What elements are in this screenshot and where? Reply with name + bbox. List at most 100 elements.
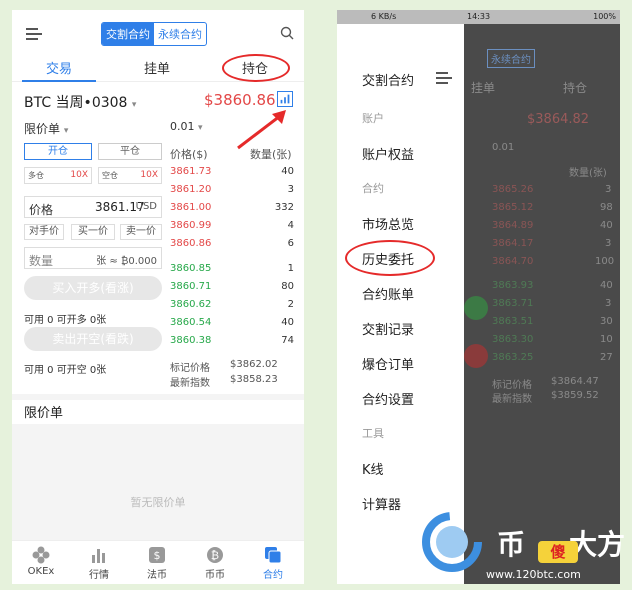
bid-row[interactable]: 3860.85 1: [170, 263, 294, 279]
long-leverage-value: 10X: [70, 170, 88, 180]
price-label: 价格: [29, 203, 54, 217]
drawer-title: 交割合约: [362, 74, 415, 89]
menu-liquidation-orders[interactable]: 爆仓订单: [362, 354, 414, 373]
orderbook-price-header: 价格($): [170, 148, 208, 161]
menu-calculator[interactable]: 计算器: [362, 494, 401, 513]
long-leverage[interactable]: 多仓 10X: [24, 167, 92, 184]
menu-contract-settings[interactable]: 合约设置: [362, 389, 414, 408]
ask-row[interactable]: 3861.20 3: [170, 184, 294, 200]
price-unit: USD: [135, 201, 157, 212]
tab-trade[interactable]: 交易: [46, 58, 72, 77]
bg-price: $3864.82: [527, 112, 590, 127]
nav-contract[interactable]: 合约: [244, 541, 302, 581]
segment-perpetual[interactable]: 永续合约: [154, 23, 206, 45]
nav-okex[interactable]: OKEx: [12, 541, 70, 577]
ask-price: 3860.99: [170, 220, 212, 231]
ask-qty: 332: [274, 202, 294, 213]
bg-tab-orders: 挂单: [471, 81, 496, 95]
bg-row-qty: 10: [600, 334, 613, 345]
open-position-button[interactable]: 开仓: [24, 143, 92, 160]
depth-label: 0.01: [170, 120, 195, 133]
ask-price: 3861.00: [170, 202, 212, 213]
sell-short-button[interactable]: 卖出开空(看跌): [24, 327, 162, 351]
section-contract: 合约: [362, 182, 384, 195]
order-type-label: 限价单: [24, 122, 61, 136]
ask-row[interactable]: 3860.99 4: [170, 220, 294, 236]
mark-price-value: $3862.02: [230, 359, 278, 370]
menu-market-overview[interactable]: 市场总览: [362, 214, 414, 233]
quantity-hint: 张 ≈ ₿0.000: [96, 256, 157, 267]
long-leverage-label: 多仓: [28, 171, 44, 180]
bar-chart-icon: [92, 549, 105, 563]
bg-row-price: 3863.30: [492, 334, 534, 345]
quantity-input[interactable]: 数量 张 ≈ ₿0.000: [24, 247, 162, 269]
empty-orders: 暂无限价单: [12, 424, 304, 540]
opponent-price-button[interactable]: 对手价: [24, 224, 64, 240]
bg-row-qty: 100: [595, 256, 615, 267]
bg-mark-label: 标记价格: [492, 380, 532, 391]
bg-index-label: 最新指数: [492, 394, 532, 405]
bg-row-price: 3863.93: [492, 280, 534, 291]
highlight-circle: [222, 54, 290, 82]
section-account: 账户: [362, 112, 384, 125]
battery-level: 100%: [593, 12, 616, 21]
bid-price: 3860.54: [170, 317, 212, 328]
dollar-icon: $: [149, 547, 165, 563]
nav-spot[interactable]: ₿ 币币: [186, 541, 244, 581]
bottom-nav: OKEx 行情 $ 法币 ₿ 币币 合约: [12, 540, 304, 584]
top-bar: 交割合约 永续合约: [12, 22, 304, 48]
menu-kline[interactable]: K线: [362, 459, 384, 478]
nav-market[interactable]: 行情: [70, 541, 128, 581]
bid-qty: 80: [281, 281, 294, 292]
segment-delivery[interactable]: 交割合约: [102, 23, 154, 45]
menu-contract-bill[interactable]: 合约账单: [362, 284, 414, 303]
contract-type-switch: 交割合约 永续合约: [101, 22, 207, 46]
bid-row[interactable]: 3860.38 74: [170, 335, 294, 351]
ask-row[interactable]: 3860.86 6: [170, 238, 294, 254]
bg-row-price: 3864.70: [492, 256, 534, 267]
bid-price: 3860.85: [170, 263, 212, 274]
bg-row-price: 3864.17: [492, 238, 534, 249]
right-screen: 6 KB/s 14:33 100% 永续合约 挂单 持仓 $3864.82 0.…: [337, 10, 620, 584]
ask-row[interactable]: 3861.00 332: [170, 202, 294, 218]
bg-row-price: 3865.26: [492, 184, 534, 195]
price-input[interactable]: 价格 3861.17 USD: [24, 196, 162, 218]
bg-index-value: $3859.52: [551, 390, 599, 401]
bid-qty: 2: [287, 299, 294, 310]
chevron-down-icon: ▾: [198, 123, 203, 133]
chevron-down-icon: ▾: [131, 100, 137, 110]
buy-long-button[interactable]: 买入开多(看涨): [24, 276, 162, 300]
instrument-selector[interactable]: BTC 当周•0308 ▾: [24, 92, 136, 112]
close-menu-icon[interactable]: [436, 72, 452, 84]
orderbook-qty-header: 数量(张): [250, 148, 292, 161]
bg-row-price: 3863.51: [492, 316, 534, 327]
bid-price: 3860.62: [170, 299, 212, 310]
bid-qty: 40: [281, 317, 294, 328]
ask-qty: 6: [287, 238, 294, 249]
ask-price: 3861.20: [170, 184, 212, 195]
tab-orders[interactable]: 挂单: [144, 58, 170, 77]
section-divider: [12, 394, 304, 400]
bid-price: 3860.38: [170, 335, 212, 346]
short-leverage[interactable]: 空仓 10X: [98, 167, 162, 184]
ask1-price-button[interactable]: 卖一价: [120, 224, 162, 240]
search-icon[interactable]: [280, 26, 294, 40]
menu-account-equity[interactable]: 账户权益: [362, 144, 414, 163]
bid1-price-button[interactable]: 买一价: [71, 224, 115, 240]
index-price-label: 最新指数: [170, 378, 210, 389]
bg-buy-button: [464, 296, 488, 320]
menu-delivery-record[interactable]: 交割记录: [362, 319, 414, 338]
bid-row[interactable]: 3860.71 80: [170, 281, 294, 297]
bg-row-price: 3864.89: [492, 220, 534, 231]
close-position-button[interactable]: 平仓: [98, 143, 162, 160]
nav-fiat[interactable]: $ 法币: [128, 541, 186, 581]
watermark-bubble: 傻: [538, 541, 578, 563]
depth-select[interactable]: 0.01 ▾: [170, 120, 203, 133]
ask-row[interactable]: 3861.73 40: [170, 166, 294, 182]
okex-logo-icon: [32, 546, 50, 564]
menu-icon[interactable]: [26, 28, 42, 40]
bid-row[interactable]: 3860.54 40: [170, 317, 294, 333]
bg-row-qty: 27: [600, 352, 613, 363]
bid-row[interactable]: 3860.62 2: [170, 299, 294, 315]
order-type-select[interactable]: 限价单 ▾: [24, 120, 68, 137]
